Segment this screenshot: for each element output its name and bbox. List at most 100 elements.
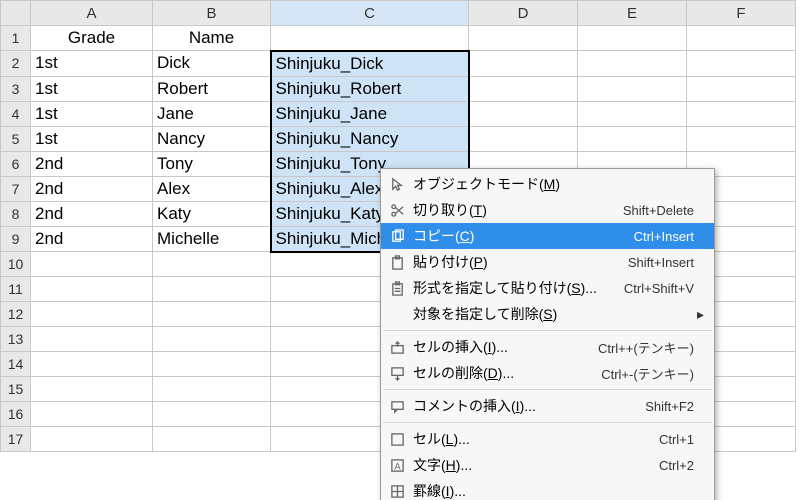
char-fmt-icon: A [387,455,407,475]
cell-B4[interactable]: Jane [153,101,271,126]
cell-E1[interactable] [578,26,687,51]
menu-item-cell-fmt[interactable]: セル(L)...Ctrl+1 [381,426,714,452]
cell-B2[interactable]: Dick [153,51,271,77]
row-header-5[interactable]: 5 [1,126,31,151]
col-header-B[interactable]: B [153,1,271,26]
menu-item-border[interactable]: 罫線(I)... [381,478,714,500]
cell-A4[interactable]: 1st [31,101,153,126]
menu-item-idx5[interactable]: 対象を指定して削除(S)▸ [381,301,714,327]
cell-A15[interactable] [31,377,153,402]
row-header-7[interactable]: 7 [1,176,31,201]
cell-A7[interactable]: 2nd [31,176,153,201]
cell-A17[interactable] [31,427,153,452]
menu-item-comment[interactable]: コメントの挿入(I)...Shift+F2 [381,393,714,419]
cell-B6[interactable]: Tony [153,151,271,176]
cell-B13[interactable] [153,327,271,352]
cell-F1[interactable] [687,26,796,51]
cell-A1[interactable]: Grade [31,26,153,51]
cell-B15[interactable] [153,377,271,402]
corner-cell[interactable] [1,1,31,26]
cell-B10[interactable] [153,252,271,277]
menu-item-del-cell[interactable]: セルの削除(D)...Ctrl+-(テンキー) [381,360,714,386]
cell-A11[interactable] [31,277,153,302]
cell-A9[interactable]: 2nd [31,226,153,252]
cell-C3[interactable]: Shinjuku_Robert [271,76,469,101]
row-header-17[interactable]: 17 [1,427,31,452]
cell-A16[interactable] [31,402,153,427]
cell-A10[interactable] [31,252,153,277]
del-cell-icon [387,363,407,383]
row-header-13[interactable]: 13 [1,327,31,352]
cell-B16[interactable] [153,402,271,427]
row-header-14[interactable]: 14 [1,352,31,377]
cell-D3[interactable] [469,76,578,101]
cell-A2[interactable]: 1st [31,51,153,77]
cell-B14[interactable] [153,352,271,377]
cell-A12[interactable] [31,302,153,327]
cursor-icon [387,174,407,194]
menu-item-scissors[interactable]: 切り取り(T)Shift+Delete [381,197,714,223]
cell-E3[interactable] [578,76,687,101]
cell-D5[interactable] [469,126,578,151]
cell-B9[interactable]: Michelle [153,226,271,252]
menu-item-shortcut: Ctrl+-(テンキー) [591,364,694,383]
cell-E4[interactable] [578,101,687,126]
cell-A3[interactable]: 1st [31,76,153,101]
cell-B3[interactable]: Robert [153,76,271,101]
cell-D4[interactable] [469,101,578,126]
cell-B11[interactable] [153,277,271,302]
row-header-3[interactable]: 3 [1,76,31,101]
menu-item-label: 文字(H)... [407,455,649,475]
col-header-C[interactable]: C [271,1,469,26]
cell-A14[interactable] [31,352,153,377]
row-header-4[interactable]: 4 [1,101,31,126]
menu-item-ins-cell[interactable]: セルの挿入(I)...Ctrl++(テンキー) [381,334,714,360]
col-header-A[interactable]: A [31,1,153,26]
cell-D1[interactable] [469,26,578,51]
row-header-12[interactable]: 12 [1,302,31,327]
menu-item-cursor[interactable]: オブジェクトモード(M) [381,171,714,197]
cell-F3[interactable] [687,76,796,101]
row-header-2[interactable]: 2 [1,51,31,77]
cell-A13[interactable] [31,327,153,352]
row-header-9[interactable]: 9 [1,226,31,252]
cell-C5[interactable]: Shinjuku_Nancy [271,126,469,151]
spreadsheet-viewport: ABCDEF1GradeName21stDickShinjuku_Dick31s… [0,0,800,500]
menu-item-char-fmt[interactable]: A文字(H)...Ctrl+2 [381,452,714,478]
menu-item-label: セルの削除(D)... [407,363,591,383]
cell-D2[interactable] [469,51,578,77]
row-header-11[interactable]: 11 [1,277,31,302]
cell-F5[interactable] [687,126,796,151]
col-header-D[interactable]: D [469,1,578,26]
row-header-15[interactable]: 15 [1,377,31,402]
cell-F2[interactable] [687,51,796,77]
cell-C2[interactable]: Shinjuku_Dick [271,51,469,77]
menu-item-label: 罫線(I)... [407,481,684,500]
row-header-8[interactable]: 8 [1,201,31,226]
col-header-E[interactable]: E [578,1,687,26]
context-menu[interactable]: オブジェクトモード(M)切り取り(T)Shift+Deleteコピー(C)Ctr… [380,168,715,500]
menu-item-paste[interactable]: 貼り付け(P)Shift+Insert [381,249,714,275]
menu-item-label: 貼り付け(P) [407,252,618,272]
cell-B12[interactable] [153,302,271,327]
cell-E2[interactable] [578,51,687,77]
cell-C1[interactable] [271,26,469,51]
cell-B17[interactable] [153,427,271,452]
cell-A6[interactable]: 2nd [31,151,153,176]
row-header-10[interactable]: 10 [1,252,31,277]
cell-A8[interactable]: 2nd [31,201,153,226]
menu-item-paste-sp[interactable]: 形式を指定して貼り付け(S)...Ctrl+Shift+V [381,275,714,301]
cell-E5[interactable] [578,126,687,151]
cell-B5[interactable]: Nancy [153,126,271,151]
cell-B8[interactable]: Katy [153,201,271,226]
cell-A5[interactable]: 1st [31,126,153,151]
row-header-6[interactable]: 6 [1,151,31,176]
menu-item-copy[interactable]: コピー(C)Ctrl+Insert [381,223,714,249]
cell-B7[interactable]: Alex [153,176,271,201]
col-header-F[interactable]: F [687,1,796,26]
cell-C4[interactable]: Shinjuku_Jane [271,101,469,126]
cell-B1[interactable]: Name [153,26,271,51]
cell-F4[interactable] [687,101,796,126]
row-header-1[interactable]: 1 [1,26,31,51]
row-header-16[interactable]: 16 [1,402,31,427]
